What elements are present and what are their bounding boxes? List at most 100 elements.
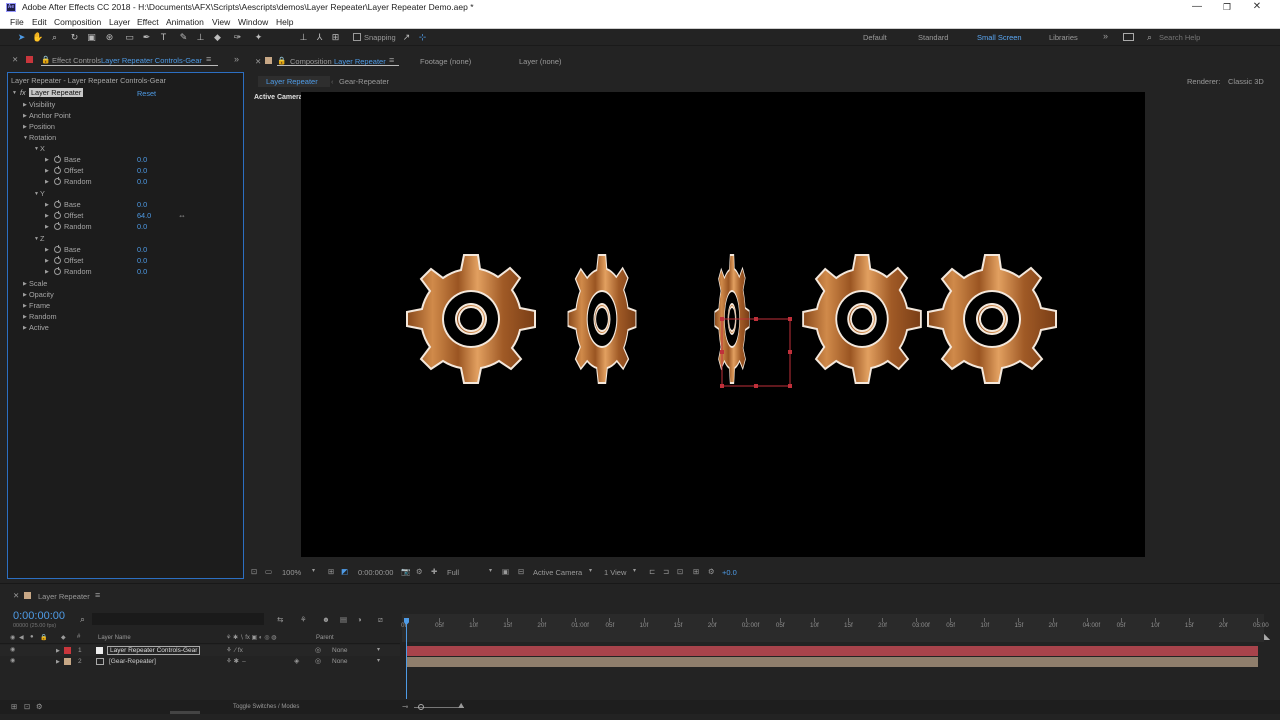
parent-dropdown[interactable]: None (332, 658, 348, 665)
menu-composition[interactable]: Composition (54, 17, 101, 27)
property-frame[interactable]: Frame (29, 301, 50, 310)
rotation-x-base-value[interactable]: 0.0 (137, 155, 147, 164)
bbox-handle[interactable] (720, 384, 724, 388)
layer-row-1[interactable]: ◉ ▶ 1 Layer Repeater Controls-Gear ⚘ ∕ f… (0, 645, 400, 656)
graph-editor-icon[interactable]: ⧄ (378, 615, 383, 625)
zoom-in-icon[interactable]: ⛰ (458, 701, 464, 711)
property-scale[interactable]: Scale (29, 279, 47, 288)
close-tab-icon[interactable]: ✕ (13, 591, 19, 600)
snap-edges-icon[interactable]: ↗ (401, 32, 412, 43)
rectangle-tool-icon[interactable]: ▭ (124, 32, 135, 43)
composition-canvas[interactable] (301, 92, 1145, 557)
property-anchor-point[interactable]: Anchor Point (29, 111, 71, 120)
menu-effect[interactable]: Effect (137, 17, 159, 27)
position-expand-triangle[interactable]: ▶ (23, 124, 27, 130)
chevron-down-icon[interactable]: ▾ (589, 567, 592, 574)
workspace-small-screen[interactable]: Small Screen (977, 33, 1022, 42)
resolution-dropdown[interactable]: Full (447, 568, 459, 577)
rotation-x-offset-value[interactable]: 0.0 (137, 166, 147, 175)
fast-preview-icon[interactable]: ⊐ (663, 567, 669, 576)
stopwatch-icon[interactable] (54, 155, 61, 163)
frame-expand-triangle[interactable]: ▶ (23, 303, 27, 309)
rotation-z-random-value[interactable]: 0.0 (137, 267, 147, 276)
effect-expand-triangle[interactable]: ▼ (12, 90, 17, 96)
eraser-tool-icon[interactable]: ◆ (212, 32, 223, 43)
layer-switches[interactable]: ⚘ ∕ fx (226, 646, 243, 654)
panel-menu-icon[interactable]: ≡ (95, 590, 100, 600)
menu-edit[interactable]: Edit (32, 17, 47, 27)
panel-menu-icon[interactable]: ≡ (206, 54, 211, 64)
minimize-button[interactable]: — (1182, 0, 1212, 15)
monitor-icon[interactable]: ▭ (265, 567, 272, 576)
pan-behind-tool-icon[interactable]: ⊛ (104, 32, 115, 43)
rotation-x-group[interactable]: X (40, 144, 45, 153)
bbox-handle[interactable] (788, 384, 792, 388)
draft-3d-toggle-icon[interactable]: ⚘ (300, 615, 307, 624)
type-tool-icon[interactable]: T (158, 32, 169, 43)
rotation-y-offset-value[interactable]: 64.0 (137, 211, 151, 220)
camera-view-dropdown[interactable]: Active Camera (533, 568, 582, 577)
always-preview-icon[interactable]: ⊡ (251, 567, 257, 576)
playhead-line[interactable] (406, 624, 407, 699)
chevron-down-icon[interactable]: ▾ (377, 657, 380, 664)
viewer-timecode[interactable]: 0:00:00:00 (358, 568, 393, 577)
bbox-handle[interactable] (754, 384, 758, 388)
bbox-handle[interactable] (788, 317, 792, 321)
panel-menu-icon[interactable]: ≡ (389, 55, 394, 65)
toggle-switches-modes-button[interactable]: Toggle Switches / Modes (233, 704, 299, 710)
snap-features-icon[interactable]: ⊹ (417, 32, 428, 43)
zoom-dropdown[interactable]: 100% (282, 568, 301, 577)
rotation-x-random-value[interactable]: 0.0 (137, 177, 147, 186)
renderer-value[interactable]: Classic 3D (1228, 77, 1264, 86)
pickwhip-icon[interactable]: ◎ (315, 646, 321, 654)
lock-icon[interactable]: 🔒 (41, 55, 50, 64)
expand-triangle[interactable]: ▶ (45, 179, 49, 185)
close-button[interactable]: ✕ (1242, 0, 1272, 15)
expand-triangle[interactable]: ▶ (45, 258, 49, 264)
timeline-search-input[interactable] (92, 613, 264, 625)
rotation-z-expand-triangle[interactable]: ▼ (34, 236, 39, 242)
column-parent[interactable]: Parent (316, 635, 334, 641)
search-help-input[interactable] (1159, 32, 1269, 43)
puppet-tool-icon[interactable]: ✦ (253, 32, 264, 43)
rotate-tool-icon[interactable]: ↻ (69, 32, 80, 43)
transparency-grid-icon[interactable]: ◩ (341, 567, 348, 576)
close-tab-icon[interactable]: ✕ (255, 57, 261, 66)
close-tab-icon[interactable]: ✕ (12, 55, 18, 64)
timeline-zoom-thumb[interactable] (418, 704, 424, 710)
rotation-z-base-value[interactable]: 0.0 (137, 245, 147, 254)
show-snapshot-icon[interactable]: ⚙ (416, 567, 423, 576)
expand-triangle[interactable]: ▶ (56, 659, 60, 665)
eye-icon[interactable]: ◉ (10, 634, 15, 641)
property-random[interactable]: Random (29, 312, 57, 321)
in-out-toggle-icon[interactable]: ⚙ (36, 702, 43, 711)
rotation-y-expand-triangle[interactable]: ▼ (34, 191, 39, 197)
property-active[interactable]: Active (29, 323, 49, 332)
layer-row-2[interactable]: ◉ ▶ 2 [Gear-Repeater] ⚘ ✱ – ◈ ◎ None ▾ (0, 656, 400, 667)
layer-label-color[interactable] (64, 647, 71, 654)
timeline-tab-name[interactable]: Layer Repeater (38, 592, 90, 601)
expand-triangle[interactable]: ▶ (45, 269, 49, 275)
target-region-icon[interactable]: ▣ (502, 567, 509, 576)
pen-tool-icon[interactable]: ✒ (141, 32, 152, 43)
expand-triangle[interactable]: ▶ (45, 157, 49, 163)
effect-controls-tab-label[interactable]: Effect Controls (52, 56, 101, 65)
menu-help[interactable]: Help (276, 17, 293, 27)
rotation-y-group[interactable]: Y (40, 189, 45, 198)
stopwatch-icon[interactable] (54, 211, 61, 219)
camera-tool-icon[interactable]: ▣ (86, 32, 97, 43)
layer-1-duration-bar[interactable] (406, 646, 1258, 656)
expand-triangle[interactable]: ▶ (45, 202, 49, 208)
layer-tab[interactable]: Layer (none) (519, 57, 562, 66)
reset-exposure-icon[interactable]: ⚙ (708, 567, 715, 576)
expand-triangle[interactable]: ▶ (45, 213, 49, 219)
lock-icon[interactable]: 🔒 (277, 56, 286, 65)
footage-tab[interactable]: Footage (none) (420, 57, 471, 66)
menu-view[interactable]: View (212, 17, 230, 27)
expand-triangle[interactable]: ▶ (56, 648, 60, 654)
layer-panel-scrollbar[interactable] (170, 711, 200, 714)
visibility-expand-triangle[interactable]: ▶ (23, 102, 27, 108)
bbox-handle[interactable] (754, 317, 758, 321)
clone-stamp-tool-icon[interactable]: ⊥ (195, 32, 206, 43)
bbox-handle[interactable] (788, 350, 792, 354)
